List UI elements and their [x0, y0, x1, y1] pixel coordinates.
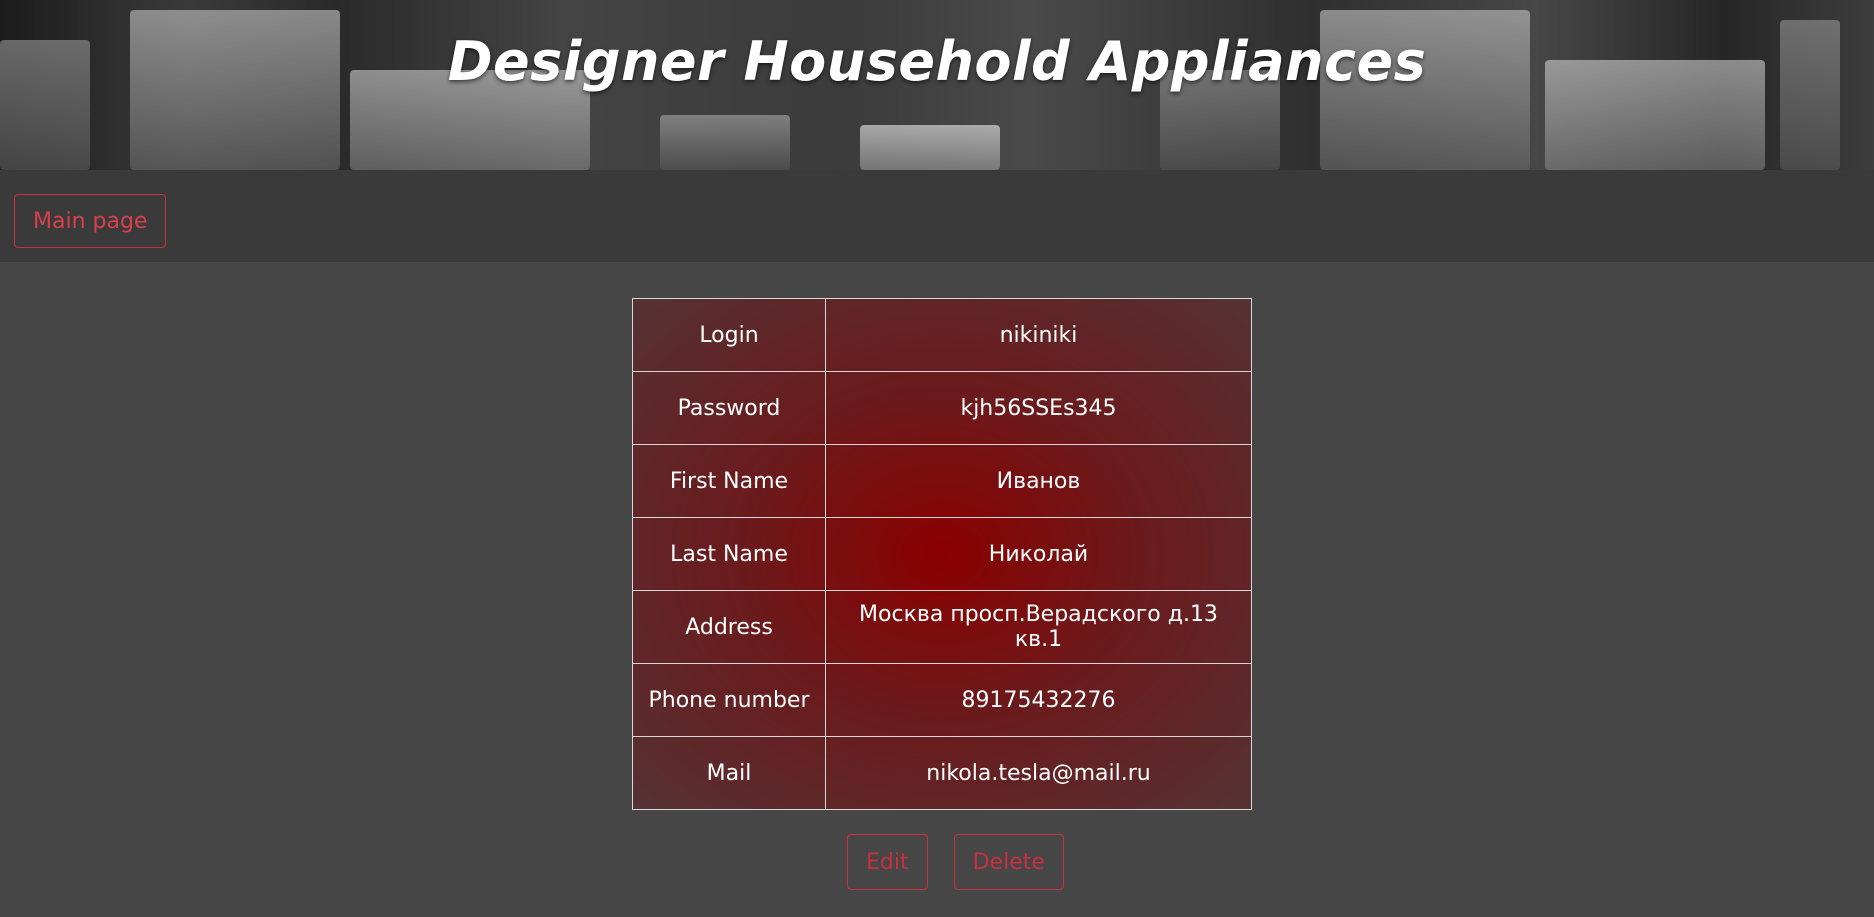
- table-row: Login nikiniki: [632, 298, 1252, 372]
- kettle-image: [660, 115, 790, 170]
- edit-button[interactable]: Edit: [847, 834, 928, 890]
- table-row: Phone number 89175432276: [632, 663, 1252, 737]
- login-value: nikiniki: [825, 298, 1252, 372]
- table-row: First Name Иванов: [632, 444, 1252, 518]
- password-label: Password: [632, 371, 826, 445]
- first-name-label: First Name: [632, 444, 826, 518]
- main-content: Login nikiniki Password kjh56SSEs345 Fir…: [0, 262, 1874, 917]
- last-name-value: Николай: [825, 517, 1252, 591]
- coffee-maker-image: [860, 125, 1000, 170]
- table-row: Password kjh56SSEs345: [632, 371, 1252, 445]
- profile-table: Login nikiniki Password kjh56SSEs345 Fir…: [632, 298, 1252, 810]
- phone-value: 89175432276: [825, 663, 1252, 737]
- site-title: Designer Household Appliances: [447, 30, 1427, 93]
- profile-actions: Edit Delete: [847, 834, 1064, 890]
- table-row: Address Москва просп.Верадского д.13 кв.…: [632, 590, 1252, 664]
- address-label: Address: [632, 590, 826, 664]
- last-name-label: Last Name: [632, 517, 826, 591]
- navbar: Main page: [0, 170, 1874, 262]
- password-value: kjh56SSEs345: [825, 371, 1252, 445]
- address-value: Москва просп.Верадского д.13 кв.1: [825, 590, 1252, 664]
- mail-value: nikola.tesla@mail.ru: [825, 736, 1252, 810]
- mail-label: Mail: [632, 736, 826, 810]
- table-row: Last Name Николай: [632, 517, 1252, 591]
- phone-label: Phone number: [632, 663, 826, 737]
- header-banner: Designer Household Appliances: [0, 0, 1874, 170]
- first-name-value: Иванов: [825, 444, 1252, 518]
- login-label: Login: [632, 298, 826, 372]
- delete-button[interactable]: Delete: [953, 834, 1064, 890]
- table-row: Mail nikola.tesla@mail.ru: [632, 736, 1252, 810]
- main-page-button[interactable]: Main page: [14, 194, 167, 248]
